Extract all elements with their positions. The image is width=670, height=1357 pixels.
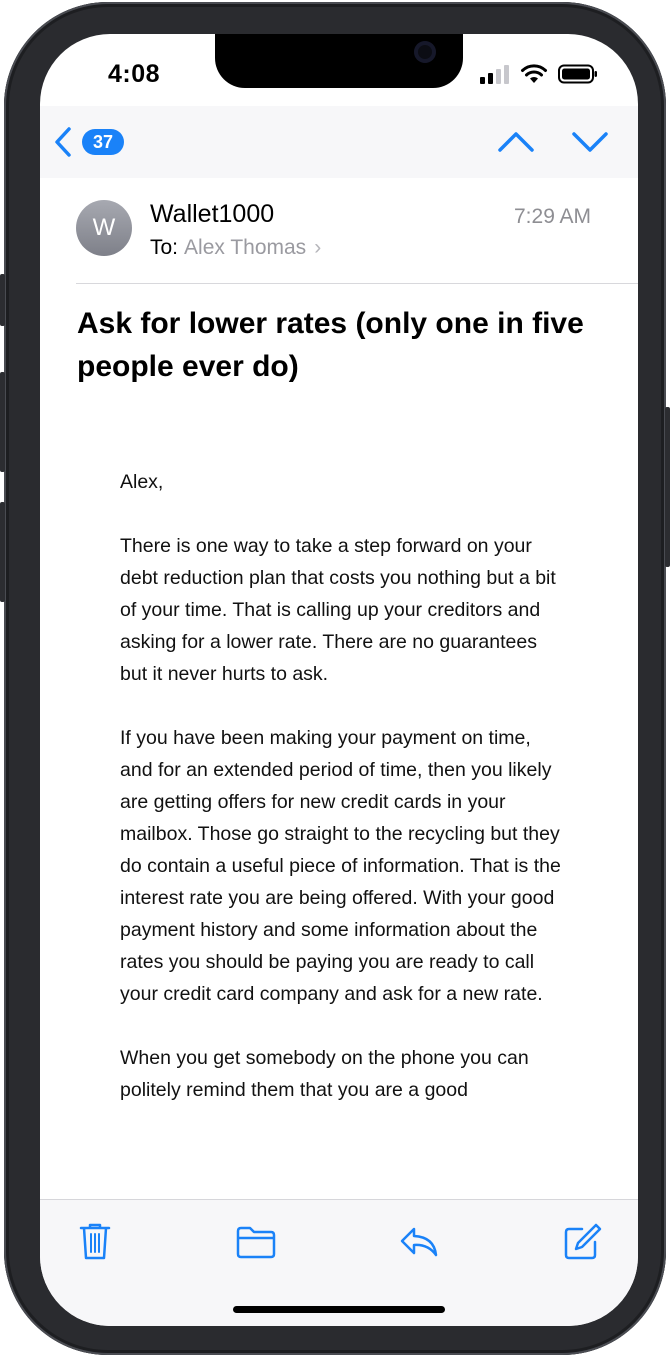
battery-icon <box>558 64 597 84</box>
volume-down-button <box>0 502 5 602</box>
wifi-icon <box>521 64 547 83</box>
reply-icon[interactable] <box>398 1222 440 1262</box>
message-header: W Wallet1000 To: Alex Thomas › 7:29 AM <box>40 178 638 283</box>
back-button[interactable]: 37 <box>52 126 125 158</box>
home-indicator[interactable] <box>233 1306 445 1313</box>
body-paragraph: If you have been making your payment on … <box>120 727 561 1005</box>
cellular-signal-icon <box>480 65 509 84</box>
message-subject: Ask for lower rates (only one in five pe… <box>77 307 584 383</box>
phone-frame: 4:08 37 W Wallet1000 To: Alex Thomas › 7… <box>0 2 670 1355</box>
volume-up-button <box>0 372 5 472</box>
compose-icon[interactable] <box>562 1222 602 1262</box>
recipient-name[interactable]: Alex Thomas <box>184 236 306 259</box>
message-time: 7:29 AM <box>514 205 592 228</box>
body-paragraph: Alex, <box>120 471 164 493</box>
unread-count-badge: 37 <box>82 129 125 155</box>
notch <box>215 34 463 88</box>
to-label: To: <box>150 236 179 259</box>
navigation-bar: 37 <box>40 106 638 178</box>
mute-switch <box>0 274 5 326</box>
body-paragraph: There is one way to take a step forward … <box>120 535 556 685</box>
sender-avatar[interactable]: W <box>76 200 132 256</box>
trash-icon[interactable] <box>78 1222 112 1262</box>
status-time: 4:08 <box>108 60 161 88</box>
front-camera <box>414 41 436 63</box>
chevron-left-icon <box>55 127 71 157</box>
chevron-right-icon: › <box>314 236 322 259</box>
body-paragraph: When you get somebody on the phone you c… <box>120 1047 529 1101</box>
status-icons <box>480 64 598 84</box>
sender-name[interactable]: Wallet1000 <box>150 200 274 229</box>
previous-message-button[interactable] <box>496 128 536 156</box>
message-body: Alex, There is one way to take a step fo… <box>120 466 564 1138</box>
header-divider <box>76 283 638 284</box>
power-button <box>665 407 670 567</box>
recipient-line[interactable]: To: Alex Thomas › <box>150 236 321 260</box>
screen: 4:08 37 W Wallet1000 To: Alex Thomas › 7… <box>40 34 638 1326</box>
next-message-button[interactable] <box>570 128 610 156</box>
folder-icon[interactable] <box>235 1222 277 1262</box>
